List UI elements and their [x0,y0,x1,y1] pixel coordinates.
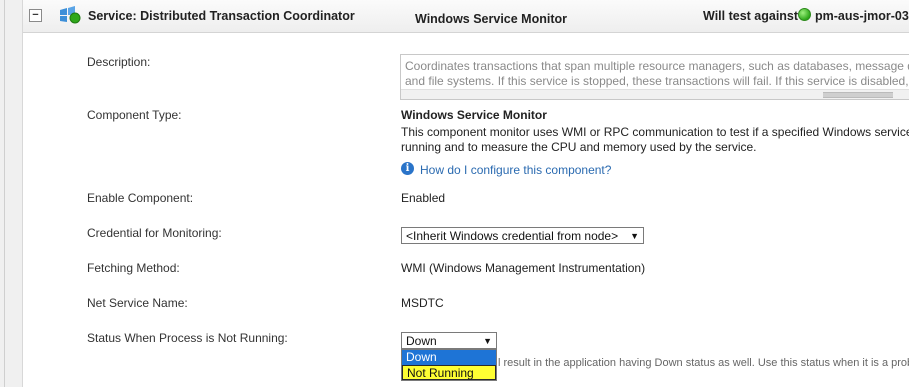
status-option-down[interactable]: Down [402,350,496,365]
description-label: Description: [87,55,151,69]
component-type-description: This component monitor uses WMI or RPC c… [401,125,909,154]
help-link[interactable]: How do I configure this component? [420,163,611,177]
status-help-text: l result in the application having Down … [498,357,909,369]
fetching-method-value: WMI (Windows Management Instrumentation) [401,261,646,275]
scrollbar-thumb[interactable] [823,92,893,98]
test-against-label: Will test against [703,9,799,23]
description-scrollbar[interactable] [401,89,909,99]
net-service-name-label: Net Service Name: [87,296,188,310]
enable-component-value: Enabled [401,191,446,205]
credential-selected-value: <Inherit Windows credential from node> [406,229,619,243]
description-textarea[interactable]: Coordinates transactions that span multi… [400,54,909,100]
status-option-not-running[interactable]: Not Running [402,365,496,380]
node-name: pm-aus-jmor-03 [815,9,909,23]
component-type-label: Component Type: [87,108,182,122]
collapse-button[interactable]: − [29,9,42,22]
net-service-name-value: MSDTC [401,296,444,310]
status-not-running-label: Status When Process is Not Running: [87,331,288,345]
status-selected-value: Down [406,334,437,348]
service-title: Service: Distributed Transaction Coordin… [88,9,355,23]
status-up-icon [798,8,811,21]
chevron-down-icon: ▼ [630,231,639,241]
status-dropdown-list: Down Not Running [401,349,497,381]
windows-service-icon [60,6,81,24]
info-icon[interactable]: i [401,162,414,175]
monitor-type-title: Windows Service Monitor [415,12,567,26]
enable-component-label: Enable Component: [87,191,194,205]
chevron-down-icon: ▼ [483,336,492,346]
frame-divider [4,0,5,387]
fetching-method-label: Fetching Method: [87,261,180,275]
component-type-title: Windows Service Monitor [401,108,547,122]
status-not-running-select[interactable]: Down ▼ [401,332,497,349]
credential-select[interactable]: <Inherit Windows credential from node> ▼ [401,227,644,244]
credential-label: Credential for Monitoring: [87,226,222,240]
